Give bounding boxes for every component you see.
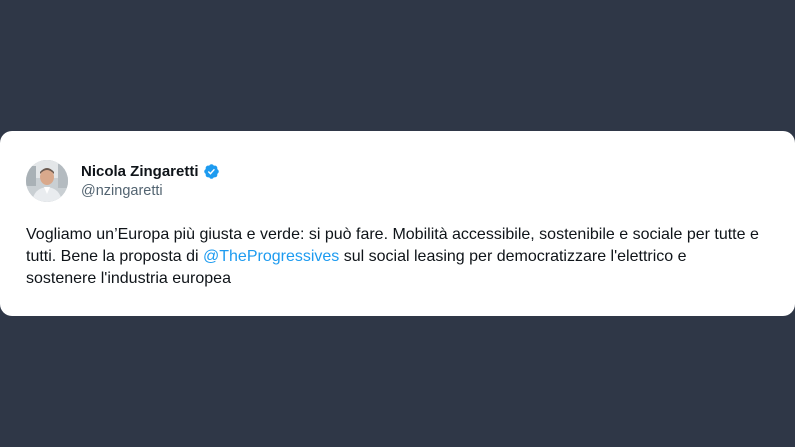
tweet-header: Nicola Zingaretti @nzingaretti [26, 159, 761, 203]
mention-link[interactable]: @TheProgressives [203, 248, 339, 265]
author-names: Nicola Zingaretti @nzingaretti [81, 162, 220, 201]
verified-badge-icon [203, 163, 220, 180]
author-display-name[interactable]: Nicola Zingaretti [81, 162, 199, 181]
author-avatar[interactable] [26, 160, 68, 202]
author-name-row: Nicola Zingaretti [81, 162, 220, 181]
tweet-card: Nicola Zingaretti @nzingaretti Vogliamo … [0, 131, 795, 316]
author-handle[interactable]: @nzingaretti [81, 182, 220, 201]
tweet-text: Vogliamo un’Europa più giusta e verde: s… [26, 224, 761, 290]
profile-photo [26, 160, 68, 202]
